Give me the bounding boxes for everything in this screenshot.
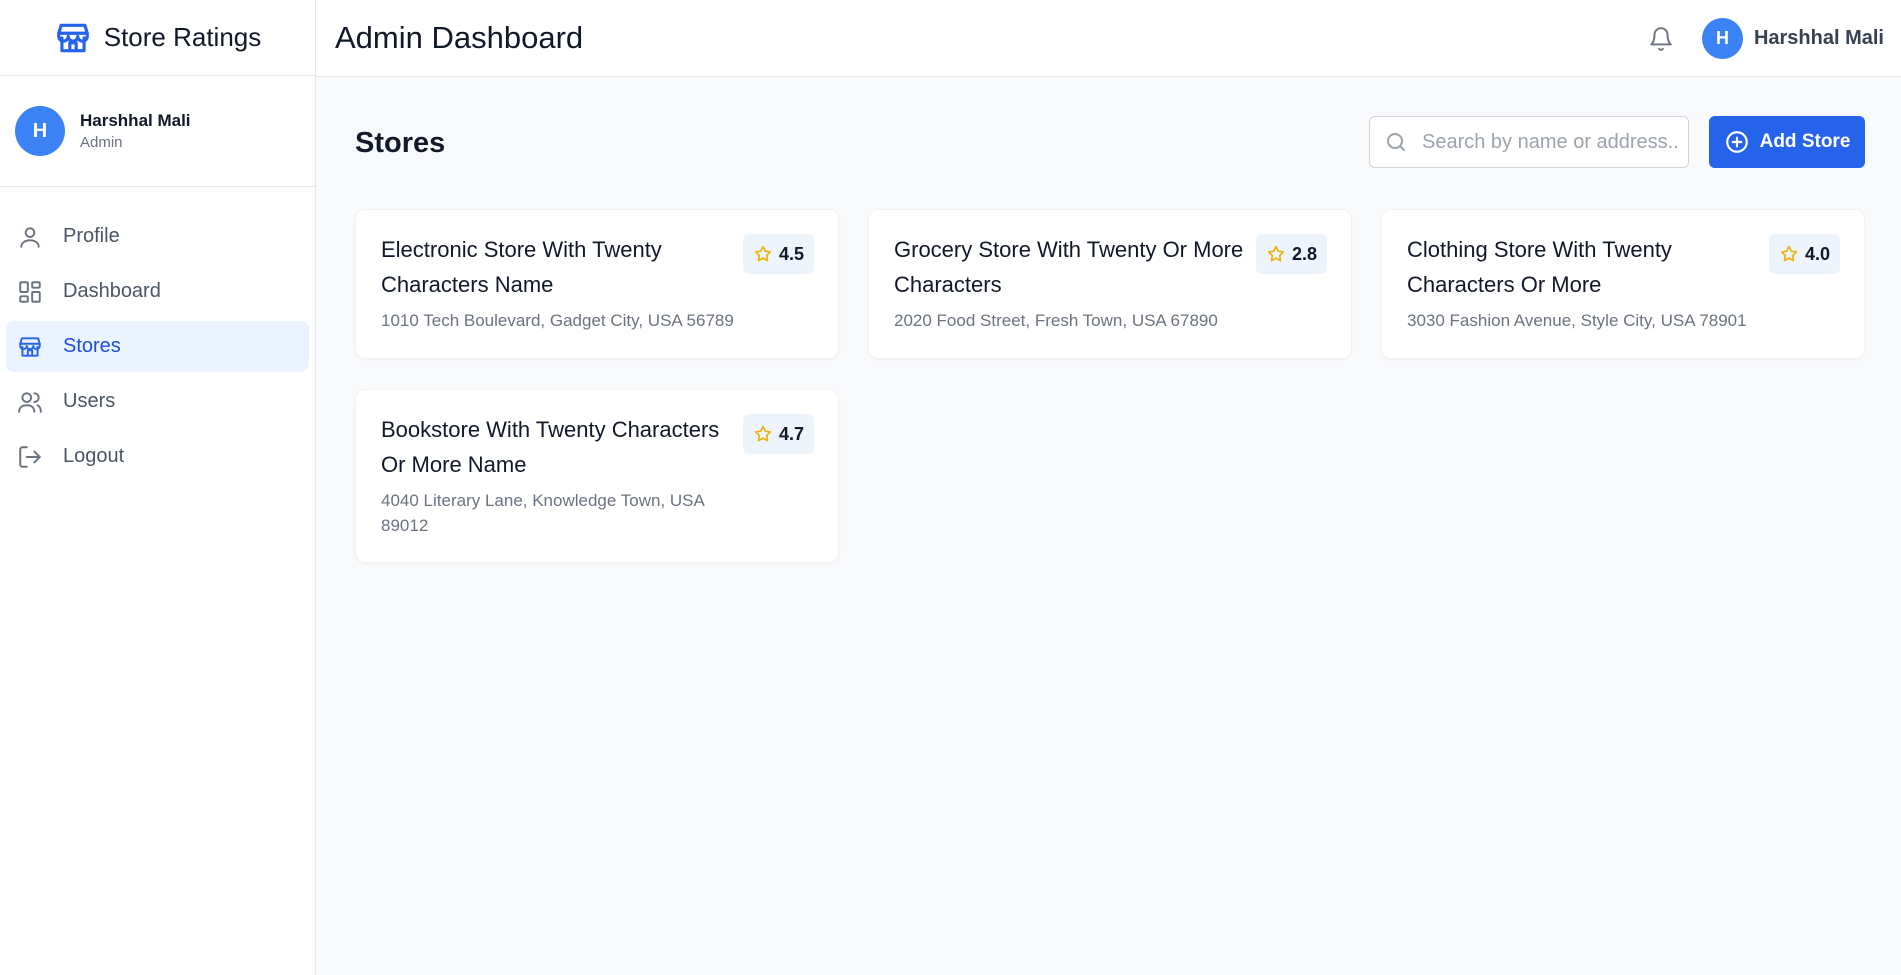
rating-value: 4.5 [778, 243, 804, 264]
store-name: Grocery Store With Twenty Or More Charac… [894, 237, 1244, 297]
store-card[interactable]: Electronic Store With Twenty Characters … [355, 209, 839, 359]
store-name: Electronic Store With Twenty Characters … [381, 237, 662, 297]
sidebar-item-profile[interactable]: Profile [6, 211, 309, 262]
star-icon [753, 424, 773, 444]
plus-circle-icon [1724, 129, 1750, 155]
main-content: Stores Add Store Electronic Store With T… [355, 77, 1865, 563]
rating-badge: 4.5 [742, 234, 814, 274]
sidebar-item-logout[interactable]: Logout [6, 431, 309, 482]
star-icon [753, 244, 773, 264]
rating-value: 2.8 [1291, 243, 1317, 264]
add-store-button[interactable]: Add Store [1709, 116, 1865, 168]
avatar: H [15, 106, 65, 156]
stores-grid: Electronic Store With Twenty Characters … [355, 209, 1865, 563]
search-icon [1384, 130, 1408, 154]
store-card[interactable]: Clothing Store With Twenty Characters Or… [1381, 209, 1865, 359]
rating-badge: 4.7 [742, 414, 814, 454]
stores-toolbar: Stores Add Store [355, 77, 1865, 209]
store-icon [17, 334, 43, 360]
rating-value: 4.7 [778, 423, 804, 444]
rating-badge: 2.8 [1255, 234, 1327, 274]
star-icon [1779, 244, 1799, 264]
sidebar-user-name: Harshhal Mali [80, 111, 191, 130]
sidebar-item-label: Dashboard [63, 280, 161, 302]
store-card[interactable]: Bookstore With Twenty Characters Or More… [355, 389, 839, 563]
star-icon [1266, 244, 1286, 264]
search-box [1369, 116, 1689, 168]
header-actions: H Harshhal Mali [1648, 0, 1884, 77]
store-address: 1010 Tech Boulevard, Gadget City, USA 56… [381, 311, 734, 330]
store-address: 2020 Food Street, Fresh Town, USA 67890 [894, 311, 1218, 330]
sidebar-item-label: Stores [63, 335, 121, 357]
page-title: Stores [355, 126, 446, 159]
rating-badge: 4.0 [1768, 234, 1840, 274]
store-icon [54, 19, 92, 57]
sidebar-item-users[interactable]: Users [6, 376, 309, 427]
users-icon [17, 389, 43, 415]
sidebar-user-role: Admin [80, 134, 123, 151]
dashboard-icon [17, 279, 43, 305]
page-header-title: Admin Dashboard [335, 20, 584, 55]
sidebar-item-label: Users [63, 390, 116, 412]
sidebar-item-dashboard[interactable]: Dashboard [6, 266, 309, 317]
brand[interactable]: Store Ratings [0, 0, 315, 76]
sidebar-item-label: Profile [63, 225, 120, 247]
add-store-label: Add Store [1759, 131, 1851, 152]
app-title: Store Ratings [103, 22, 262, 52]
sidebar-nav: Profile Dashboard Stores Users Logout [0, 187, 315, 482]
sidebar: Store Ratings H Harshhal Mali Admin Prof… [0, 0, 316, 975]
sidebar-user: H Harshhal Mali Admin [0, 76, 315, 187]
header-user-name: Harshhal Mali [1753, 27, 1884, 49]
store-name: Bookstore With Twenty Characters Or More… [381, 417, 720, 477]
rating-value: 4.0 [1804, 243, 1830, 264]
logout-icon [17, 444, 43, 470]
store-address: 4040 Literary Lane, Knowledge Town, USA … [381, 491, 704, 535]
search-input[interactable] [1422, 130, 1682, 154]
header-user-menu[interactable]: H Harshhal Mali [1701, 18, 1884, 59]
avatar: H [1701, 18, 1743, 59]
sidebar-item-stores[interactable]: Stores [6, 321, 309, 372]
store-name: Clothing Store With Twenty Characters Or… [1407, 237, 1672, 297]
user-icon [17, 224, 43, 250]
store-address: 3030 Fashion Avenue, Style City, USA 789… [1407, 311, 1747, 330]
sidebar-item-label: Logout [63, 445, 125, 467]
bell-icon[interactable] [1648, 26, 1674, 52]
top-header: Admin Dashboard H Harshhal Mali [316, 0, 1901, 77]
store-card[interactable]: Grocery Store With Twenty Or More Charac… [868, 209, 1352, 359]
